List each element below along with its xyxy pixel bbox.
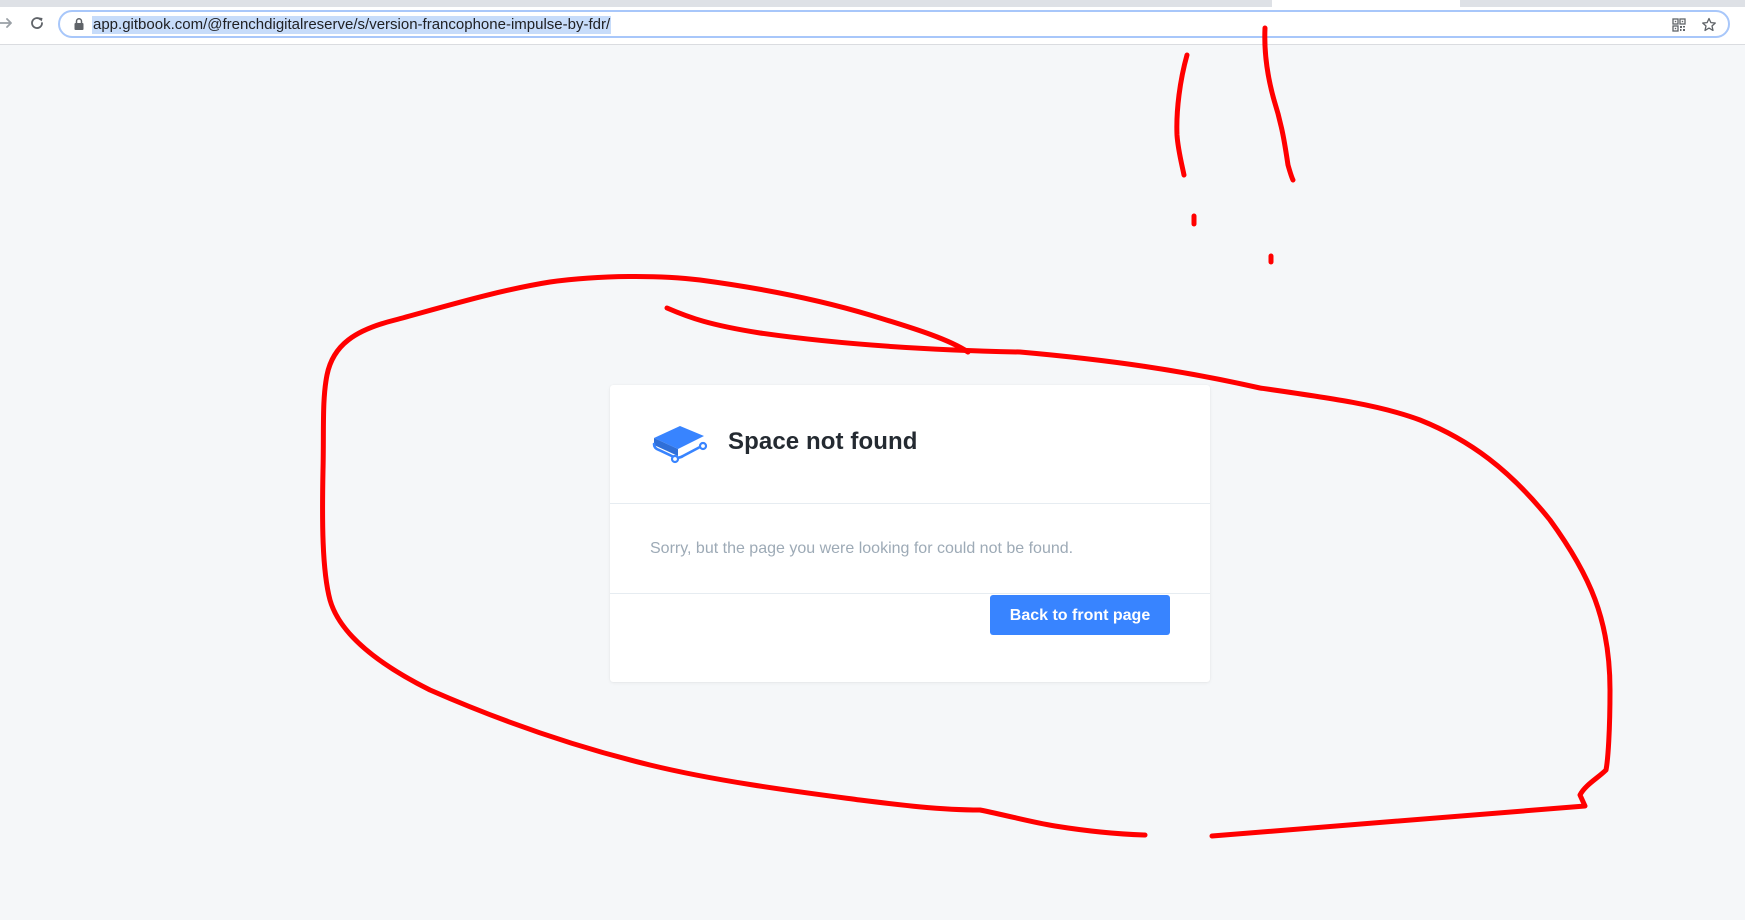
reload-icon[interactable] [27,13,47,33]
forward-arrow-icon[interactable] [0,13,16,33]
url-text[interactable]: app.gitbook.com/@frenchdigitalreserve/s/… [92,16,612,34]
annotation-line-2 [1262,25,1296,183]
address-bar[interactable]: app.gitbook.com/@frenchdigitalreserve/s/… [58,10,1730,38]
browser-toolbar: app.gitbook.com/@frenchdigitalreserve/s/… [0,0,1745,45]
page: app.gitbook.com/@frenchdigitalreserve/s/… [0,0,1745,920]
back-to-front-page-button[interactable]: Back to front page [990,595,1170,635]
tab-strip [0,0,1745,7]
card-header: Space not found [610,385,1210,504]
lock-icon[interactable] [72,17,86,31]
not-found-card: Space not found Sorry, but the page you … [610,385,1210,682]
active-tab[interactable] [1272,0,1460,7]
not-found-message: Sorry, but the page you were looking for… [650,540,1074,557]
gitbook-book-icon [650,422,708,466]
card-title: Space not found [728,428,918,455]
annotation-line-1 [1174,52,1190,178]
card-body: Sorry, but the page you were looking for… [610,504,1210,594]
qr-code-icon[interactable] [1670,16,1688,34]
star-icon[interactable] [1700,16,1718,34]
